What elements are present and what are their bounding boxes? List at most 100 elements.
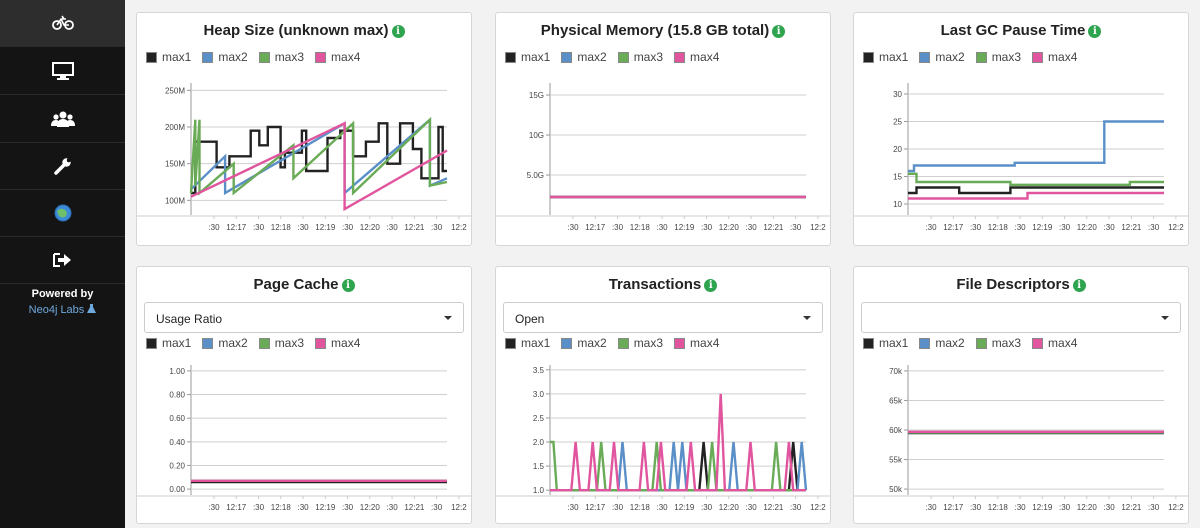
panel-transactions: Transactions i Open max1 max2 max3 max4 3.5 3… [495, 266, 831, 524]
legend-item-max1[interactable]: max1 [505, 336, 550, 350]
legend-item-max2[interactable]: max2 [561, 50, 607, 64]
legend-swatch [919, 337, 931, 349]
y-tick-label: 15G [529, 91, 544, 100]
x-tick-label: 12:20 [360, 503, 381, 512]
x-tick-label: :30 [701, 503, 713, 512]
legend-item-max2[interactable]: max2 [919, 336, 965, 350]
legend-item-max3[interactable]: max3 [258, 50, 304, 64]
x-tick-label: 12:18 [630, 503, 651, 512]
y-tick-label: 0.20 [169, 461, 185, 470]
info-icon[interactable]: i [704, 279, 718, 292]
series-line-max4 [908, 191, 1164, 200]
legend-label: max3 [991, 50, 1022, 64]
panel-page-cache: Page Cache i Usage Ratio max1 max2 max3 max4… [136, 266, 472, 524]
neo4j-logo-icon [54, 204, 71, 222]
metric-select[interactable]: Usage Ratio [144, 302, 464, 333]
panel-heap-size: Heap Size (unknown max) i max1 max2 max3 max… [136, 12, 472, 246]
x-tick-label: :30 [790, 503, 802, 512]
transactions-chart: 3.5 3.0 2.5 2.0 1.5 1.0:30 12:17:30 12:18:30 12:… [496, 365, 830, 512]
nav-item-wrench[interactable] [0, 143, 125, 190]
caret-down-icon [444, 316, 452, 320]
legend-item-max4[interactable]: max4 [315, 50, 360, 64]
nav-item-bicycle[interactable] [0, 0, 125, 47]
legend-label: max1 [879, 50, 909, 64]
x-tick-label: :30 [970, 503, 982, 512]
neo4j-labs-link[interactable]: Neo4j Labs [0, 304, 125, 316]
legend-item-max1[interactable]: max1 [146, 336, 191, 350]
y-tick-label: 1.00 [169, 367, 185, 376]
legend-item-max3[interactable]: max3 [975, 50, 1022, 64]
wrench-icon [53, 158, 71, 175]
legend-swatch [617, 337, 629, 349]
bicycle-icon [51, 15, 74, 30]
info-icon[interactable]: i [1088, 25, 1102, 38]
x-tick-label: 12:2 [451, 223, 467, 232]
x-tick-label: 12:18 [271, 503, 292, 512]
nav-item-sign-out[interactable] [0, 237, 125, 284]
legend-label: max2 [935, 336, 965, 350]
legend-item-max2[interactable]: max2 [202, 50, 248, 64]
nav-item-users[interactable] [0, 96, 125, 143]
x-tick-label: :30 [1148, 223, 1160, 232]
legend-item-max1[interactable]: max1 [146, 50, 191, 64]
legend-item-max2[interactable]: max2 [919, 50, 965, 64]
y-tick-label: 30 [893, 90, 902, 99]
legend-item-max3[interactable]: max3 [258, 336, 304, 350]
x-tick-label: :30 [342, 503, 354, 512]
legend-swatch [919, 51, 931, 63]
x-tick-label: 12:21 [1121, 503, 1142, 512]
legend-swatch [202, 337, 214, 349]
legend-item-max2[interactable]: max2 [561, 336, 607, 350]
legend-item-max4[interactable]: max4 [315, 336, 360, 350]
y-tick-label: 0.00 [169, 485, 185, 494]
legend-item-max4[interactable]: max4 [1032, 336, 1077, 350]
legend-item-max3[interactable]: max3 [617, 50, 663, 64]
y-tick-label: 10 [893, 200, 902, 209]
legend-item-max3[interactable]: max3 [617, 336, 663, 350]
x-tick-label: :30 [297, 503, 309, 512]
x-tick-label: :30 [1014, 503, 1026, 512]
x-tick-label: :30 [746, 503, 758, 512]
legend-swatch [561, 337, 573, 349]
x-tick-label: :30 [431, 503, 443, 512]
metric-select[interactable] [861, 302, 1181, 333]
info-icon[interactable]: i [1072, 279, 1086, 292]
info-icon[interactable]: i [391, 25, 405, 38]
legend-label: max1 [879, 336, 909, 350]
legend-item-max2[interactable]: max2 [202, 336, 248, 350]
info-icon[interactable]: i [772, 25, 786, 38]
x-tick-label: :30 [656, 503, 668, 512]
x-tick-label: 12:21 [404, 503, 425, 512]
legend-label: max4 [1048, 336, 1078, 350]
series-line-max2 [908, 120, 1164, 173]
x-tick-label: 12:21 [1121, 223, 1142, 232]
x-tick-label: 12:19 [1032, 223, 1053, 232]
legend-item-max4[interactable]: max4 [1032, 50, 1077, 64]
panel-title: Heap Size (unknown max) i [137, 22, 471, 39]
legend-label: max4 [331, 336, 361, 350]
legend-item-max1[interactable]: max1 [505, 50, 550, 64]
legend-item-max3[interactable]: max3 [975, 336, 1021, 350]
panel-title-text: Page Cache [253, 276, 339, 293]
x-tick-label: :30 [1104, 503, 1116, 512]
nav-item-neo4j[interactable] [0, 190, 125, 237]
x-tick-label: 12:2 [810, 503, 826, 512]
legend-item-max1[interactable]: max1 [863, 336, 908, 350]
info-icon[interactable]: i [341, 279, 355, 292]
y-tick-label: 250M [165, 86, 185, 95]
legend-item-max4[interactable]: max4 [674, 50, 719, 64]
legend-swatch [674, 337, 686, 349]
memory-chart: 15G 10G 5.0G:30 12:17:30 12:18:30 12:19:30 12:… [496, 83, 830, 232]
legend-label: max2 [935, 50, 965, 64]
series-line-max3 [908, 172, 1164, 187]
x-tick-label: 12:2 [1168, 223, 1184, 232]
x-tick-label: 12:17 [226, 503, 247, 512]
legend-item-max4[interactable]: max4 [674, 336, 719, 350]
x-tick-label: 12:20 [719, 503, 740, 512]
x-tick-label: 12:19 [1032, 503, 1053, 512]
legend-item-max1[interactable]: max1 [863, 50, 908, 64]
panel-title: Page Cache i [137, 276, 471, 293]
caret-down-icon [1161, 316, 1169, 320]
metric-select[interactable]: Open [503, 302, 823, 333]
nav-item-monitor[interactable] [0, 48, 125, 95]
